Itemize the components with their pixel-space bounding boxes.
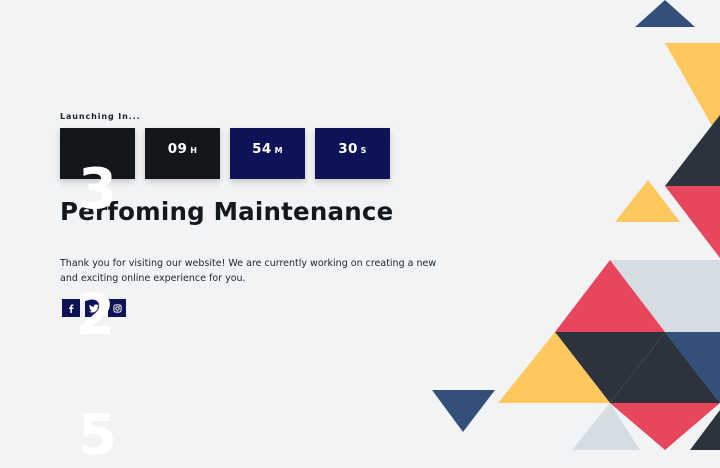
countdown-hours-unit: H bbox=[190, 146, 198, 155]
maintenance-content: Launching In... 09 H 54 M 30 S Perfoming Ma… bbox=[60, 0, 480, 464]
countdown-seconds-unit: S bbox=[360, 146, 367, 155]
maintenance-message: Thank you for visiting our website! We a… bbox=[60, 258, 437, 284]
triangle-top-yellow bbox=[665, 43, 720, 140]
ghost-digit-1: 3 bbox=[78, 157, 117, 222]
triangle-top-blue bbox=[635, 0, 695, 27]
launching-label: Launching In... bbox=[60, 112, 141, 121]
countdown-minutes-box: 54 M bbox=[230, 128, 305, 179]
ghost-digit-3: 5 bbox=[78, 403, 117, 468]
countdown-minutes-value: 54 bbox=[252, 141, 272, 157]
countdown-minutes-unit: M bbox=[274, 146, 283, 155]
triangle-charcoal-right bbox=[665, 115, 720, 186]
ghost-digit-2: 2 bbox=[76, 283, 115, 348]
facebook-icon bbox=[69, 303, 74, 313]
countdown-seconds-value: 30 bbox=[338, 141, 358, 157]
countdown-hours-value: 09 bbox=[167, 141, 188, 157]
countdown-seconds-box: 30 S bbox=[315, 128, 390, 179]
countdown-hours-box: 09 H bbox=[145, 128, 220, 179]
